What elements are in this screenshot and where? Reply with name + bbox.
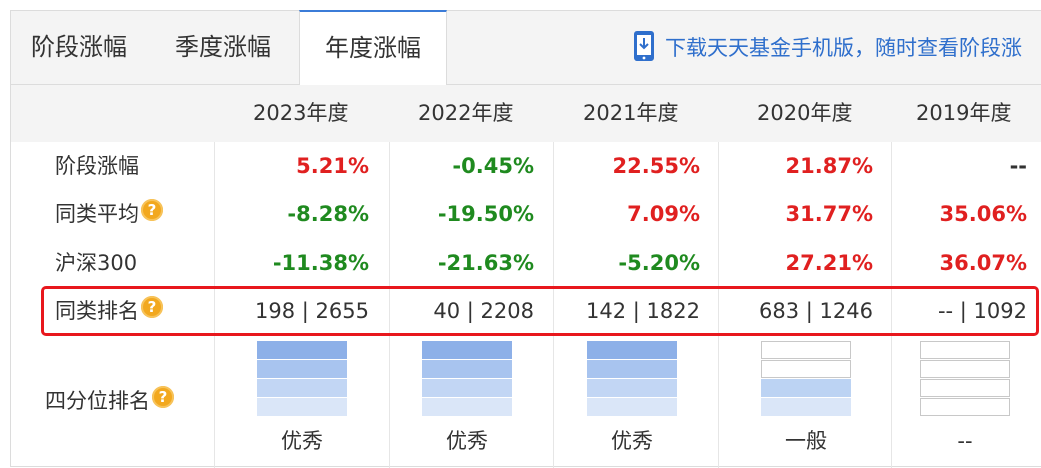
phone-download-icon: [634, 31, 654, 61]
help-icon[interactable]: ?: [152, 386, 174, 408]
col-header-2020: 2020年度: [757, 101, 853, 125]
quartile-bar-2020: [761, 341, 851, 419]
rank-cell: 198 | 2655: [255, 299, 369, 323]
value-cell: 21.87%: [785, 154, 873, 178]
value-cell: -21.63%: [437, 251, 534, 275]
col-header-2022: 2022年度: [418, 101, 514, 125]
value-cell: -11.38%: [272, 251, 369, 275]
value-cell: 31.77%: [785, 202, 873, 226]
quartile-bar-2019: [920, 341, 1010, 419]
value-cell: 7.09%: [627, 202, 700, 226]
value-cell: -5.20%: [618, 251, 700, 275]
tab-bar: 阶段涨幅 季度涨幅 年度涨幅 下载天天基金手机版，随时查看阶段涨: [11, 10, 1041, 85]
app-download-link[interactable]: 下载天天基金手机版，随时查看阶段涨: [633, 31, 1022, 65]
tab-annual-return[interactable]: 年度涨幅: [299, 10, 447, 85]
quartile-text: 一般: [785, 429, 827, 453]
quartile-text: 优秀: [611, 429, 653, 453]
value-cell: 5.21%: [296, 154, 369, 178]
quartile-bar-2022: [422, 341, 512, 419]
quartile-bar-2021: [587, 341, 677, 419]
value-cell: --: [1009, 154, 1027, 178]
tab-quarter-return[interactable]: 季度涨幅: [175, 11, 271, 85]
row-label-category-rank: 同类排名?: [55, 287, 163, 335]
value-cell: 35.06%: [939, 202, 1027, 226]
value-cell: -0.45%: [452, 154, 534, 178]
value-cell: 22.55%: [612, 154, 700, 178]
value-cell: 27.21%: [785, 251, 873, 275]
highlight-box: [41, 286, 1039, 336]
row-label-csi300: 沪深300: [55, 251, 138, 275]
quartile-bar-2023: [257, 341, 347, 419]
rank-cell: 142 | 1822: [586, 299, 700, 323]
value-cell: -19.50%: [437, 202, 534, 226]
col-header-2019: 2019年度: [916, 101, 1012, 125]
table-header-row: 2023年度 2022年度 2021年度 2020年度 2019年度: [11, 85, 1041, 142]
help-icon[interactable]: ?: [141, 296, 163, 318]
rank-cell: 40 | 2208: [433, 299, 534, 323]
promo-text: 下载天天基金手机版，随时查看阶段涨: [665, 36, 1022, 60]
row-label-stage-return: 阶段涨幅: [55, 154, 139, 178]
value-cell: 36.07%: [939, 251, 1027, 275]
rank-cell: -- | 1092: [937, 299, 1027, 323]
fund-performance-panel: 阶段涨幅 季度涨幅 年度涨幅 下载天天基金手机版，随时查看阶段涨 2023年度 …: [10, 10, 1041, 468]
rank-cell: 683 | 1246: [759, 299, 873, 323]
row-label-category-average: 同类平均?: [55, 190, 163, 238]
row-label-quartile-rank: 四分位排名?: [45, 377, 174, 425]
quartile-text: --: [957, 429, 973, 453]
quartile-text: 优秀: [281, 429, 323, 453]
col-header-2021: 2021年度: [583, 101, 679, 125]
value-cell: -8.28%: [287, 202, 369, 226]
quartile-text: 优秀: [446, 429, 488, 453]
help-icon[interactable]: ?: [141, 199, 163, 221]
col-header-2023: 2023年度: [253, 101, 349, 125]
tab-stage-return[interactable]: 阶段涨幅: [31, 11, 127, 85]
